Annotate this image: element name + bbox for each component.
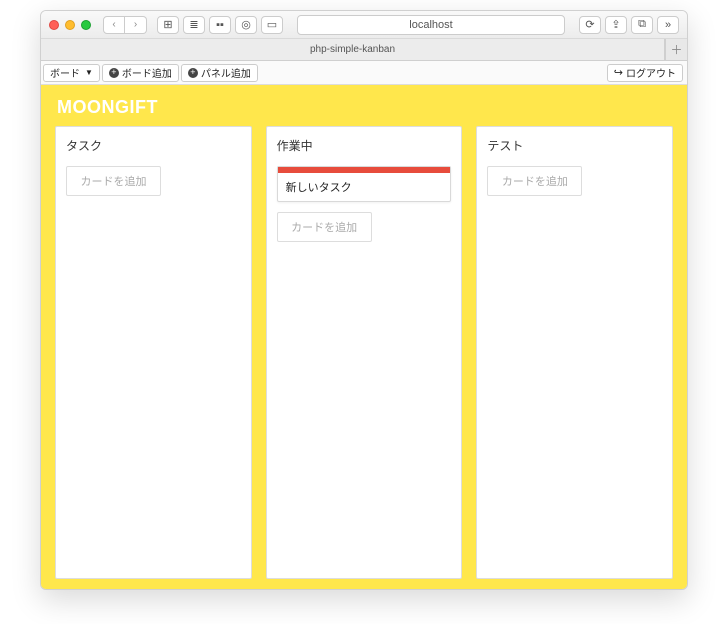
- tabstrip: php-simple-kanban ＋: [41, 39, 687, 61]
- board-title: MOONGIFT: [57, 97, 673, 118]
- close-icon[interactable]: [49, 20, 59, 30]
- reload-icon[interactable]: ⟳: [579, 16, 601, 34]
- card-text: 新しいタスク: [278, 173, 451, 201]
- panel-add-button[interactable]: + パネル追加: [181, 64, 258, 82]
- new-tab-button[interactable]: ＋: [665, 39, 687, 60]
- sidebar-icon[interactable]: ⊞: [157, 16, 179, 34]
- address-text: localhost: [409, 19, 452, 31]
- logout-icon: ↪: [614, 66, 623, 79]
- board-add-button[interactable]: + ボード追加: [102, 64, 179, 82]
- browser-window: ‹ › ⊞ ≣ ▪▪ ◎ ▭ localhost ⟳ ⇪ ⧉ » php-sim…: [40, 10, 688, 590]
- logout-button[interactable]: ↪ ログアウト: [607, 64, 683, 82]
- column-in-progress: 作業中 新しいタスク カードを追加: [266, 126, 463, 579]
- plus-circle-icon: +: [109, 68, 119, 78]
- board-add-label: ボード追加: [122, 65, 172, 80]
- address-bar[interactable]: localhost: [297, 15, 565, 35]
- logout-label: ログアウト: [626, 65, 676, 80]
- zoom-icon[interactable]: [81, 20, 91, 30]
- board-menu-button[interactable]: ボード ▼: [43, 64, 100, 82]
- loop-icon[interactable]: ◎: [235, 16, 257, 34]
- grid-icon[interactable]: ▪▪: [209, 16, 231, 34]
- stack-icon[interactable]: ≣: [183, 16, 205, 34]
- minimize-icon[interactable]: [65, 20, 75, 30]
- kanban-board: MOONGIFT タスク カードを追加 作業中 新しいタスク カードを追加 テス…: [41, 85, 687, 589]
- column-title: タスク: [66, 137, 241, 154]
- panel-add-label: パネル追加: [201, 65, 251, 80]
- columns: タスク カードを追加 作業中 新しいタスク カードを追加 テスト カードを追加: [55, 126, 673, 579]
- caret-down-icon: ▼: [85, 68, 93, 77]
- toolbar-left-icons: ⊞ ≣ ▪▪ ◎ ▭: [157, 16, 283, 34]
- kanban-card[interactable]: 新しいタスク: [277, 166, 452, 202]
- titlebar: ‹ › ⊞ ≣ ▪▪ ◎ ▭ localhost ⟳ ⇪ ⧉ »: [41, 11, 687, 39]
- toolbar-right-icons: ⟳ ⇪ ⧉ »: [579, 16, 679, 34]
- nav-back-forward: ‹ ›: [103, 16, 147, 34]
- traffic-lights: [49, 20, 91, 30]
- tab-title: php-simple-kanban: [310, 44, 395, 55]
- tabs-icon[interactable]: ⧉: [631, 16, 653, 34]
- forward-button[interactable]: ›: [125, 16, 147, 34]
- overflow-icon[interactable]: »: [657, 16, 679, 34]
- app-toolbar: ボード ▼ + ボード追加 + パネル追加 ↪ ログアウト: [41, 61, 687, 85]
- browser-tab[interactable]: php-simple-kanban: [41, 39, 665, 60]
- panel-icon[interactable]: ▭: [261, 16, 283, 34]
- column-task: タスク カードを追加: [55, 126, 252, 579]
- board-menu-label: ボード: [50, 65, 80, 80]
- column-test: テスト カードを追加: [476, 126, 673, 579]
- back-button[interactable]: ‹: [103, 16, 125, 34]
- add-card-button[interactable]: カードを追加: [487, 166, 582, 196]
- column-title: テスト: [487, 137, 662, 154]
- share-icon[interactable]: ⇪: [605, 16, 627, 34]
- column-title: 作業中: [277, 137, 452, 154]
- add-card-button[interactable]: カードを追加: [66, 166, 161, 196]
- add-card-button[interactable]: カードを追加: [277, 212, 372, 242]
- plus-circle-icon: +: [188, 68, 198, 78]
